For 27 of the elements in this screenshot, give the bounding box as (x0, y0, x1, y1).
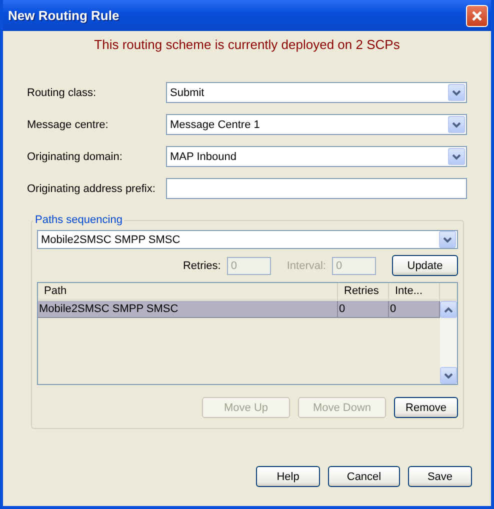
window-title: New Routing Rule (8, 8, 120, 23)
field-label: Retries: (182, 260, 221, 272)
field-label: Originating domain: (27, 150, 124, 162)
table-row[interactable]: Mobile2SMSC SMPP SMSC 0 0 (38, 301, 440, 318)
update-button[interactable]: Update (392, 255, 458, 276)
dropdown[interactable]: Mobile2SMSC SMPP SMSC (37, 230, 458, 249)
input-field[interactable] (166, 178, 467, 199)
dialog-button[interactable]: Cancel (328, 466, 400, 487)
table-action-button[interactable]: Remove (394, 397, 458, 418)
field-label: Originating address prefix: (27, 182, 156, 194)
deployment-notice: This routing scheme is currently deployed on 2 SCPs (93, 37, 401, 52)
field-label: Routing class: (27, 86, 98, 98)
dialog-button[interactable]: Save (408, 466, 472, 487)
dropdown[interactable]: Submit (166, 82, 467, 103)
dropdown[interactable]: MAP Inbound (166, 146, 467, 167)
scroll-down-icon[interactable] (440, 367, 457, 384)
scroll-up-icon[interactable] (440, 301, 457, 318)
group-title: Paths sequencing (34, 214, 124, 226)
field-label: Message centre: (27, 118, 110, 130)
scrollbar[interactable] (440, 301, 457, 384)
dropdown[interactable]: Message Centre 1 (166, 114, 467, 135)
dialog-button[interactable]: Help (256, 466, 320, 487)
table-cell: 0 (338, 301, 389, 317)
close-button[interactable] (466, 4, 488, 26)
close-icon (471, 10, 483, 22)
field-label: Interval: (286, 260, 326, 272)
table-cell: Mobile2SMSC SMPP SMSC (38, 301, 338, 317)
